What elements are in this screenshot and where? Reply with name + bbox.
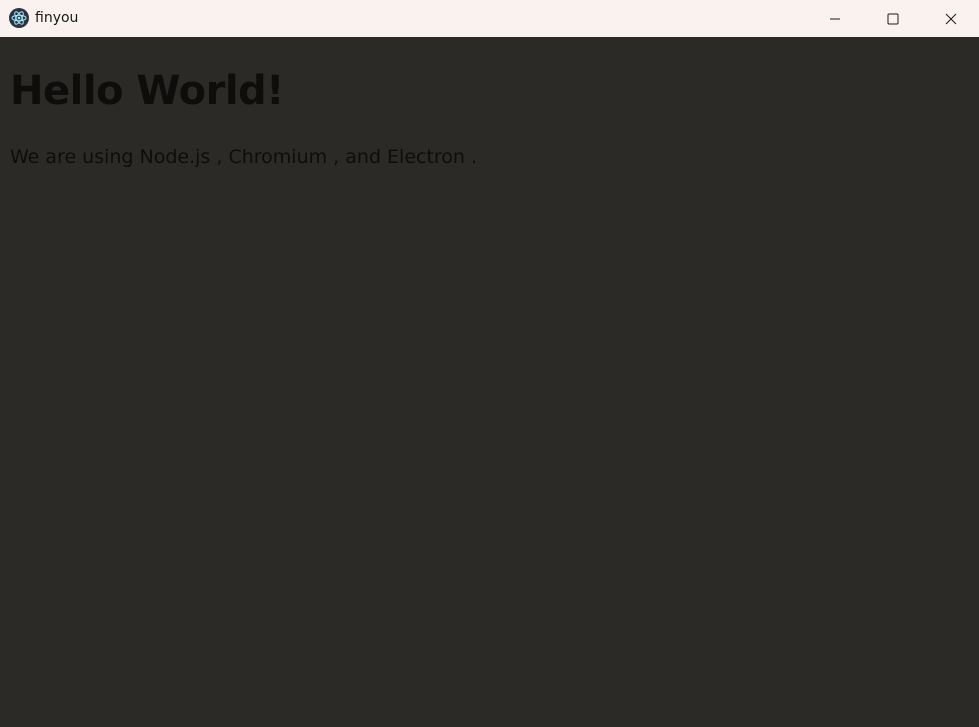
- page-heading: Hello World!: [10, 68, 284, 114]
- title-bar[interactable]: finyou: [0, 0, 979, 37]
- intro-paragraph: We are using Node.js , Chromium , and El…: [10, 145, 477, 169]
- node-version-text: We are using Node.js: [10, 146, 211, 168]
- maximize-icon: [887, 13, 899, 25]
- chromium-version-text: Chromium: [228, 146, 328, 168]
- app-window: finyou Hello World! We are using Node.js…: [0, 0, 979, 727]
- separator-text: ,: [210, 146, 229, 168]
- close-icon: [945, 13, 957, 25]
- maximize-button[interactable]: [864, 0, 922, 37]
- electron-atom-icon: [9, 8, 29, 28]
- window-title: finyou: [35, 10, 79, 26]
- close-button[interactable]: [922, 0, 979, 37]
- electron-version-text: Electron: [387, 146, 465, 168]
- end-text: .: [464, 146, 478, 168]
- minimize-icon: [829, 13, 841, 25]
- minimize-button[interactable]: [806, 0, 864, 37]
- page-content: Hello World! We are using Node.js , Chro…: [0, 37, 979, 727]
- separator-text: , and: [327, 146, 388, 168]
